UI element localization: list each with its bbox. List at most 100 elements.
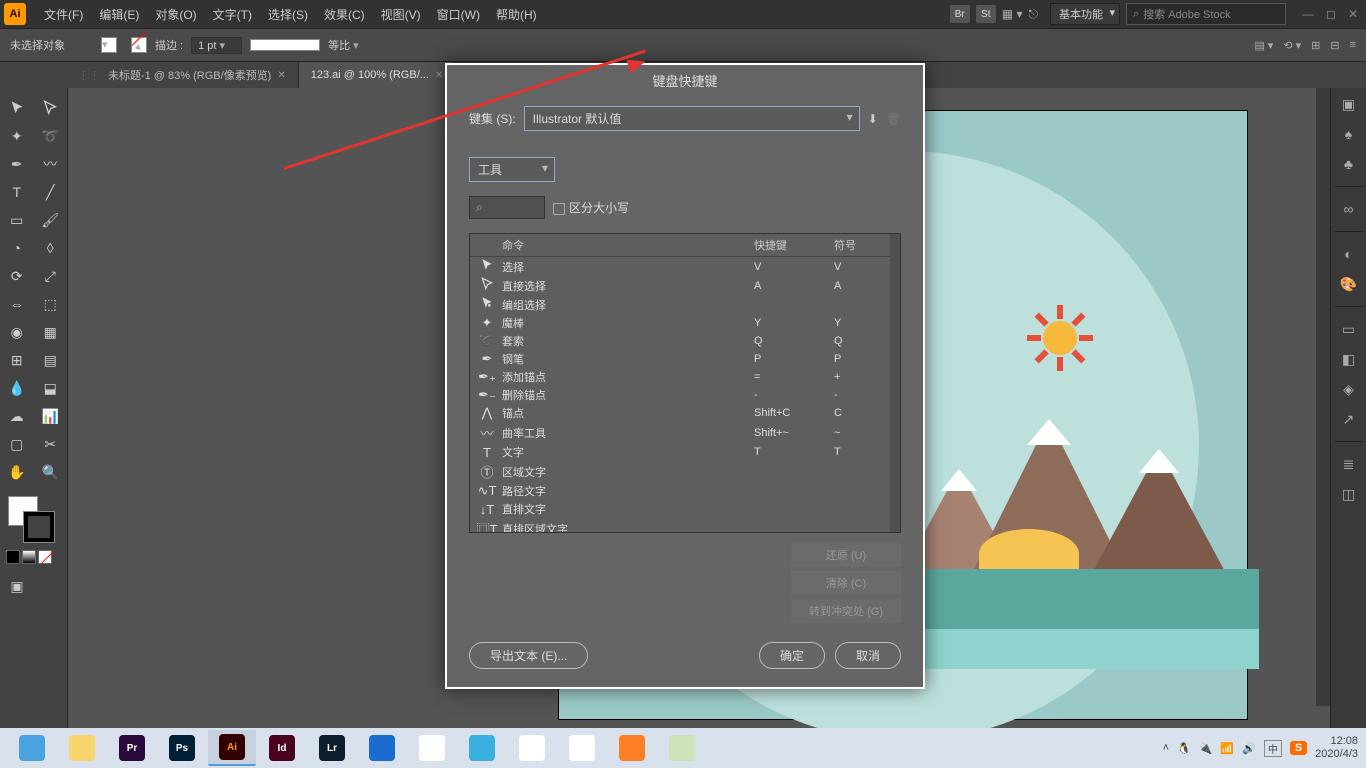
rect-tool[interactable]: ▭ [2,207,32,233]
menu-help[interactable]: 帮助(H) [488,6,545,23]
stroke-swatch[interactable] [131,37,147,53]
stroke-panel-icon[interactable]: ▭ [1339,319,1359,339]
menu-edit[interactable]: 编辑(E) [91,6,147,23]
shortcut-row[interactable]: Ⓣ区域文字 [470,461,900,482]
properties-panel-icon[interactable]: ▣ [1339,94,1359,114]
artboard-tool[interactable]: ▢ [2,431,32,457]
doc-tab-1[interactable]: 未标题-1 @ 83% (RGB/像素预览) ✕ [96,62,299,88]
line-tool[interactable]: ╱ [36,179,66,205]
taskbar-premiere[interactable]: Pr [108,730,156,766]
shortcut-row[interactable]: T文字TT [470,443,900,461]
shortcut-row[interactable]: ⿴T直排区域文字 [470,518,900,532]
scale-tool[interactable]: ⤢ [36,263,66,289]
rotate-tool[interactable]: ⟳ [2,263,32,289]
swatches-panel-icon[interactable]: 🎨 [1339,274,1359,294]
shortcut-row[interactable]: 选择VV [470,257,900,276]
taskbar-illustrator[interactable]: Ai [208,730,256,766]
menu-view[interactable]: 视图(V) [373,6,429,23]
shortcut-row[interactable]: 直接选择AA [470,276,900,295]
tray-volume-icon[interactable]: 🔊 [1242,742,1256,755]
libraries-panel-icon[interactable]: ♠ [1339,124,1359,144]
pen-tool[interactable]: ✒ [2,151,32,177]
export-text-button[interactable]: 导出文本 (E)... [469,642,588,669]
layers-panel-icon[interactable]: ≣ [1339,454,1359,474]
list-scrollbar[interactable] [890,234,900,532]
shortcut-search[interactable]: ⌕ [469,196,545,219]
shaper-tool[interactable]: ◔ [2,235,32,261]
menu-type[interactable]: 文字(T) [205,6,260,23]
width-tool[interactable]: ⇔ [2,291,32,317]
case-sensitive-checkbox[interactable]: 区分大小写 [553,199,629,216]
graph-tool[interactable]: 📊 [36,403,66,429]
mesh-tool[interactable]: ⊞ [2,347,32,373]
stroke-weight[interactable]: 1 pt [191,37,242,54]
menu-object[interactable]: 对象(O) [147,6,204,23]
canvas-vertical-scrollbar[interactable] [1316,88,1330,706]
shortcut-row[interactable]: 编组选择 [470,295,900,314]
filter-dropdown[interactable]: 工具 [469,157,555,182]
window-minimize[interactable]: — [1302,7,1314,21]
save-set-icon[interactable]: ⬇ [868,112,878,126]
brushes-panel-icon[interactable]: ♣ [1339,154,1359,174]
eraser-tool[interactable]: ◊ [36,235,66,261]
fill-stroke-swatches[interactable] [8,496,58,546]
taskbar-photoshop[interactable]: Ps [158,730,206,766]
doc-tab-2[interactable]: 123.ai @ 100% (RGB/... ✕ [299,62,457,88]
selection-tool[interactable] [2,95,32,121]
delete-set-icon[interactable]: 🗑 [886,112,901,126]
gradient-tool[interactable]: ▤ [36,347,66,373]
shortcut-row[interactable]: ↓T直排文字 [470,500,900,518]
eyedropper-tool[interactable]: 💧 [2,375,32,401]
panel-opt-1[interactable]: ⊞ [1311,39,1320,52]
window-close[interactable]: ✕ [1348,7,1358,21]
slice-tool[interactable]: ✂ [36,431,66,457]
brush-tool[interactable]: 🖌 [36,207,66,233]
tray-sogou-icon[interactable]: S [1290,741,1307,755]
tray-clock[interactable]: 12:08 2020/4/3 [1315,735,1358,761]
cc-panel-icon[interactable]: ∞ [1339,199,1359,219]
gradient-mode-icon[interactable] [22,550,36,564]
taskbar-lightroom[interactable]: Lr [308,730,356,766]
column-command[interactable]: 命令 [476,237,754,253]
menu-effect[interactable]: 效果(C) [316,6,373,23]
blend-tool[interactable]: ⬓ [36,375,66,401]
lasso-tool[interactable]: ➰ [36,123,66,149]
column-shortcut[interactable]: 快捷键 [754,237,834,253]
bridge-icon[interactable]: Br [950,5,970,23]
taskbar-orange[interactable] [608,730,656,766]
gradient-panel-icon[interactable]: ◧ [1339,349,1359,369]
color-panel-icon[interactable]: ◐ [1339,244,1359,264]
appearance-panel-icon[interactable]: ↗ [1339,409,1359,429]
color-mode-icon[interactable] [6,550,20,564]
cancel-button[interactable]: 取消 [835,642,901,669]
close-icon[interactable]: ✕ [277,70,285,81]
symbol-tool[interactable]: ☁ [2,403,32,429]
perspective-tool[interactable]: ▦ [36,319,66,345]
taskbar-chrome[interactable] [558,730,606,766]
screen-mode-tool[interactable]: ▣ [2,573,32,599]
fill-swatch[interactable] [101,37,117,53]
taskbar-explorer[interactable] [58,730,106,766]
column-symbol[interactable]: 符号 [834,237,894,253]
tray-qq-icon[interactable]: 🐧 [1177,742,1191,755]
shortcut-row[interactable]: ⋀锚点Shift+CC [470,404,900,422]
shape-builder-tool[interactable]: ◉ [2,319,32,345]
taskbar-browser[interactable] [8,730,56,766]
gpu-icon[interactable]: ⎋ [1028,7,1038,22]
shortcut-row[interactable]: ✦魔棒YY [470,314,900,332]
menu-select[interactable]: 选择(S) [260,6,316,23]
panel-opt-2[interactable]: ⊟ [1330,39,1339,52]
stock-search[interactable]: ⌕ 搜索 Adobe Stock [1126,3,1286,25]
menu-file[interactable]: 文件(F) [36,6,91,23]
shortcut-row[interactable]: ✒₋删除锚点-- [470,386,900,404]
asset-panel-icon[interactable]: ◫ [1339,484,1359,504]
shortcut-row[interactable]: ✒钢笔PP [470,350,900,368]
taskbar-notes[interactable] [658,730,706,766]
ok-button[interactable]: 确定 [759,642,825,669]
wand-tool[interactable]: ✦ [2,123,32,149]
tray-network-icon[interactable]: 📶 [1220,742,1234,755]
direct-select-tool[interactable] [36,95,66,121]
stroke-swatch-box[interactable] [24,512,54,542]
stock-icon[interactable]: St [976,5,996,23]
shortcut-row[interactable]: ∿T路径文字 [470,482,900,500]
